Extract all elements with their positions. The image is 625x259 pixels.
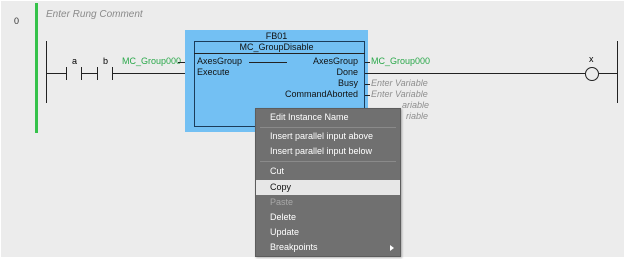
menu-separator	[260, 161, 396, 162]
fb-instance-name[interactable]: FB01	[185, 31, 368, 41]
menu-item-paste[interactable]: Paste	[256, 195, 400, 210]
commandaborted-enter-variable[interactable]: Enter Variable	[371, 89, 428, 99]
input-variable-axes-group[interactable]: MC_Group000	[122, 56, 181, 66]
contact-a-label[interactable]: a	[72, 56, 77, 66]
fb-type-name: MC_GroupDisable	[239, 42, 314, 52]
fb-input-execute[interactable]: Execute	[197, 67, 230, 77]
contact-a-left-bar	[66, 67, 67, 80]
rung-comment-field[interactable]: Enter Rung Comment	[46, 9, 143, 20]
busy-enter-variable[interactable]: Enter Variable	[371, 78, 428, 88]
fb-header-divider	[194, 53, 365, 54]
rung-number: 0	[14, 16, 20, 26]
busy-output-wire	[365, 84, 370, 85]
error-enter-variable[interactable]: ariable	[402, 100, 429, 110]
menu-item-cut[interactable]: Cut	[256, 164, 400, 179]
rung-wire	[113, 73, 195, 74]
contact-b-left-bar	[97, 67, 98, 80]
menu-item-insert-parallel-input-below[interactable]: Insert parallel input below	[256, 144, 400, 159]
submenu-arrow-icon	[390, 245, 394, 251]
output-coil[interactable]	[585, 67, 599, 81]
done-output-wire	[365, 73, 585, 74]
errorid-enter-variable[interactable]: riable	[406, 111, 428, 121]
fb-output-commandaborted[interactable]: CommandAborted	[238, 89, 358, 99]
fb-output-done[interactable]: Done	[238, 67, 358, 77]
menu-item-breakpoints-label: Breakpoints	[270, 242, 318, 252]
axes-group-output-wire	[365, 62, 370, 63]
left-power-rail	[46, 41, 47, 103]
fb-input-axesgroup[interactable]: AxesGroup	[197, 56, 242, 66]
commandaborted-output-wire	[365, 95, 370, 96]
menu-separator	[260, 127, 396, 128]
coil-label[interactable]: x	[589, 54, 594, 64]
rung-wire	[46, 73, 66, 74]
output-variable-axes-group[interactable]: MC_Group000	[371, 56, 430, 66]
menu-item-update[interactable]: Update	[256, 225, 400, 240]
rung-selection-bar	[35, 3, 38, 133]
context-menu[interactable]: Edit Instance Name Insert parallel input…	[255, 108, 401, 257]
fb-output-axesgroup[interactable]: AxesGroup	[238, 56, 358, 66]
menu-item-delete[interactable]: Delete	[256, 210, 400, 225]
fb-output-busy[interactable]: Busy	[238, 78, 358, 88]
right-power-rail	[617, 41, 618, 103]
contact-b-label[interactable]: b	[103, 56, 108, 66]
rung-wire	[82, 73, 97, 74]
menu-item-copy[interactable]: Copy	[256, 180, 400, 195]
menu-item-insert-parallel-input-above[interactable]: Insert parallel input above	[256, 129, 400, 144]
menu-item-breakpoints[interactable]: Breakpoints	[256, 240, 400, 255]
menu-item-edit-instance-name[interactable]: Edit Instance Name	[256, 110, 400, 125]
coil-to-rail-wire	[599, 73, 617, 74]
ladder-editor-canvas[interactable]: 0 Enter Rung Comment a b MC_Group000 FB0…	[1, 1, 624, 257]
